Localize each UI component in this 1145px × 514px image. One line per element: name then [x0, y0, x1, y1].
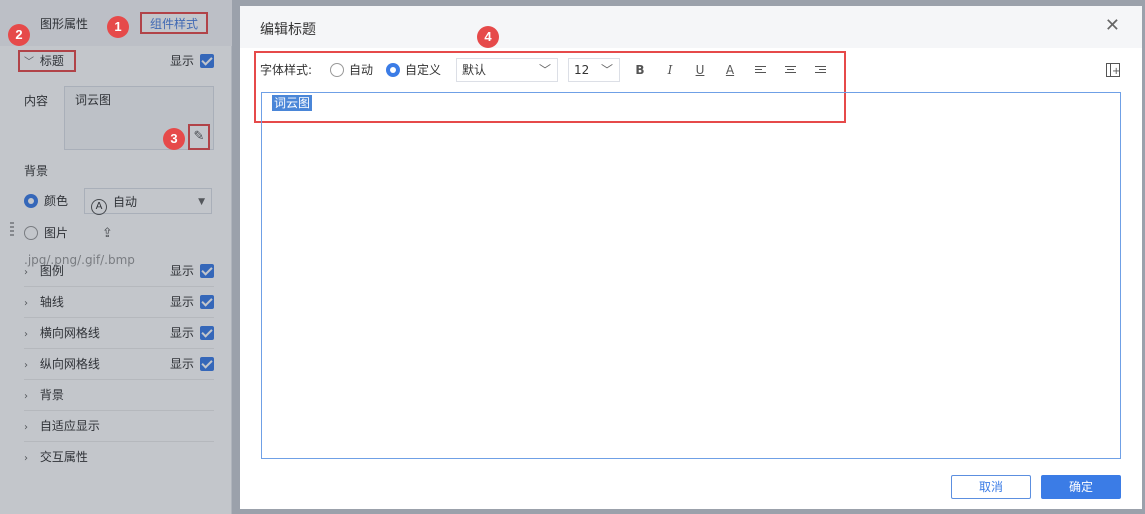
- dialog-header: 编辑标题 ✕: [240, 6, 1142, 48]
- step-marker-1: 1: [107, 16, 129, 38]
- insert-field-icon[interactable]: [1106, 58, 1120, 86]
- cancel-button[interactable]: 取消: [951, 475, 1031, 499]
- font-toolbar: 字体样式: 自动 自定义 默认 ﹀ 12 ﹀ B I U A: [260, 56, 1130, 86]
- auto-radio[interactable]: 自动: [330, 56, 373, 84]
- align-right-button[interactable]: [810, 56, 830, 84]
- custom-option-label: 自定义: [405, 63, 442, 77]
- font-family-select[interactable]: 默认 ﹀: [456, 58, 558, 82]
- step-marker-3: 3: [163, 128, 185, 150]
- radio-unselected-icon: [330, 63, 344, 77]
- step-marker-4: 4: [477, 26, 499, 48]
- radio-selected-icon: [386, 63, 400, 77]
- confirm-button[interactable]: 确定: [1041, 475, 1121, 499]
- font-family-value: 默认: [462, 63, 487, 77]
- auto-option-label: 自动: [349, 63, 374, 77]
- underline-button[interactable]: U: [690, 56, 710, 84]
- align-left-icon: [754, 66, 766, 75]
- align-left-button[interactable]: [750, 56, 770, 84]
- align-center-button[interactable]: [780, 56, 800, 84]
- title-editor[interactable]: 词云图: [261, 92, 1121, 459]
- font-size-value: 12: [574, 63, 590, 77]
- step-marker-2: 2: [8, 24, 30, 46]
- font-color-button[interactable]: A: [720, 56, 740, 84]
- editor-selected-text: 词云图: [272, 95, 313, 111]
- align-right-icon: [814, 66, 826, 75]
- font-size-select[interactable]: 12 ﹀: [568, 58, 620, 82]
- chevron-down-icon: ﹀: [600, 63, 613, 77]
- bold-button[interactable]: B: [630, 56, 650, 84]
- dialog-title: 编辑标题: [260, 22, 316, 38]
- chevron-down-icon: ﹀: [538, 63, 551, 77]
- edit-title-dialog: 编辑标题 ✕ 字体样式: 自动 自定义 默认 ﹀ 12 ﹀ B I U A + …: [240, 6, 1142, 509]
- custom-radio[interactable]: 自定义: [386, 56, 441, 84]
- italic-button[interactable]: I: [660, 56, 680, 84]
- font-style-label: 字体样式:: [260, 63, 313, 77]
- align-center-icon: [784, 66, 796, 75]
- close-icon[interactable]: ✕: [1105, 15, 1120, 36]
